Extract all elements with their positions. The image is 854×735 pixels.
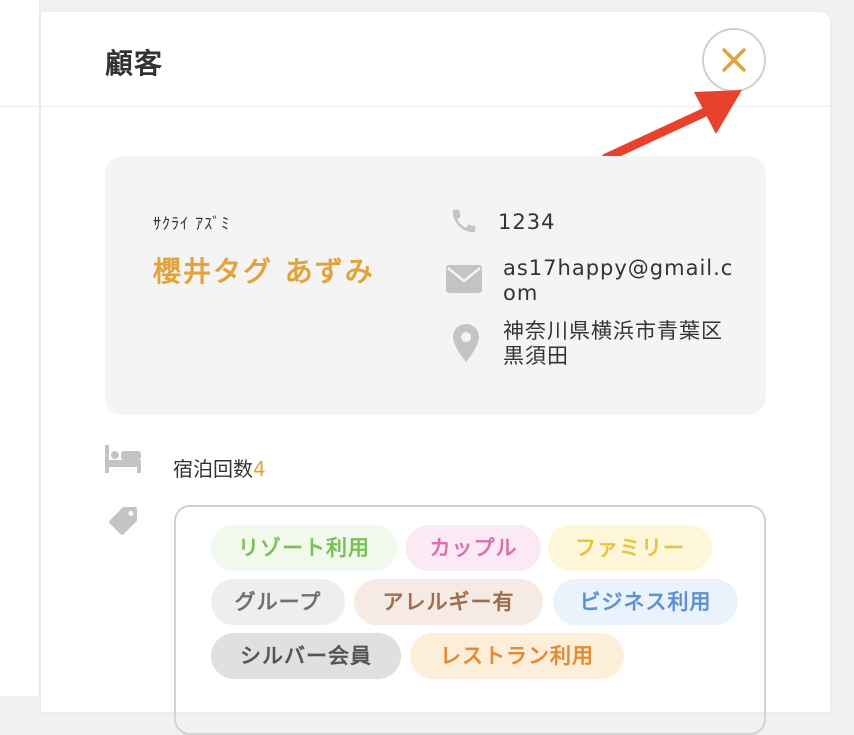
tag-chip[interactable]: シルバー会員	[211, 633, 401, 679]
close-x-icon	[722, 48, 746, 72]
customer-phone: 1234	[498, 210, 556, 234]
tag-icon	[109, 507, 137, 535]
tag-chip[interactable]: レストラン利用	[410, 633, 624, 679]
tag-chip[interactable]: リゾート利用	[211, 525, 397, 571]
customer-address: 神奈川県横浜市青葉区黒須田	[503, 319, 723, 368]
stay-count-label: 宿泊回数	[173, 457, 253, 481]
tag-chip[interactable]: グループ	[211, 579, 345, 625]
customer-info-card: ｻｸﾗｲ ｱｽﾞﾐ 櫻井タグ あずみ 1234 as17happy@gmail.…	[105, 156, 766, 415]
tag-chip[interactable]: アレルギー有	[354, 579, 543, 625]
customer-detail-panel: 顧客 ｻｸﾗｲ ｱｽﾞﾐ 櫻井タグ あずみ 1234 as17happy@gma…	[41, 12, 830, 735]
location-pin-icon	[453, 324, 479, 362]
background-list-pane	[0, 0, 40, 696]
tag-chip[interactable]: ビジネス利用	[553, 579, 738, 625]
customer-email: as17happy@gmail.com	[503, 256, 734, 305]
bed-icon	[105, 445, 141, 473]
panel-title: 顧客	[105, 47, 164, 80]
customer-kana-name: ｻｸﾗｲ ｱｽﾞﾐ	[153, 214, 231, 233]
stay-count-row: 宿泊回数4	[173, 453, 266, 482]
customer-name: 櫻井タグ あずみ	[153, 255, 375, 288]
stay-count-value: 4	[253, 457, 266, 481]
tag-list: リゾート利用 カップル ファミリーグループ アレルギー有 ビジネス利用シルバー会員 レスト…	[174, 505, 766, 735]
background-divider	[0, 106, 40, 107]
phone-icon	[452, 209, 476, 233]
tag-chip[interactable]: ファミリー	[548, 525, 712, 571]
mail-icon	[446, 265, 482, 293]
tag-chip[interactable]: カップル	[406, 525, 541, 571]
